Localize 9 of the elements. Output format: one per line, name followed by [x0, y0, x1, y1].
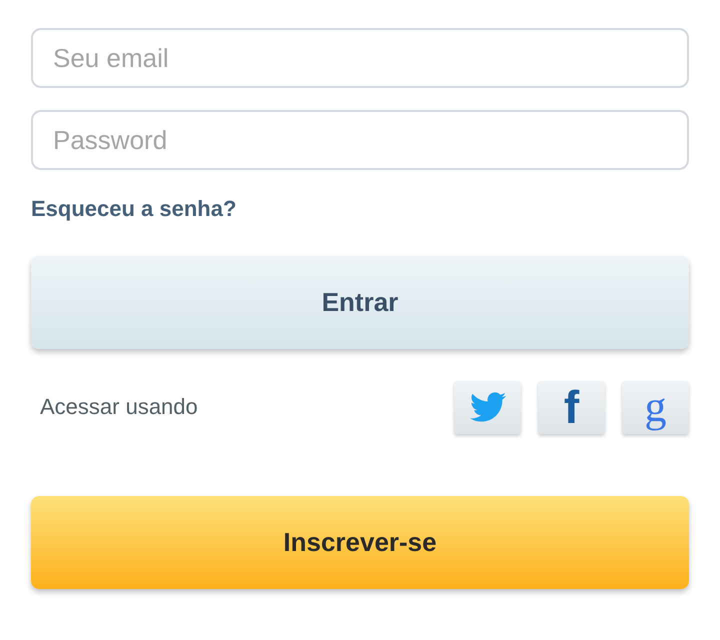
- signup-button[interactable]: Inscrever-se: [31, 496, 689, 589]
- forgot-password-link[interactable]: Esqueceu a senha?: [31, 196, 236, 222]
- facebook-button[interactable]: f: [538, 380, 605, 434]
- password-field[interactable]: Password: [31, 110, 689, 170]
- google-button[interactable]: g: [622, 380, 689, 434]
- login-button[interactable]: Entrar: [31, 256, 689, 349]
- social-login-label: Acessar usando: [40, 394, 199, 420]
- twitter-button[interactable]: [454, 380, 521, 434]
- email-field[interactable]: Seu email: [31, 28, 689, 88]
